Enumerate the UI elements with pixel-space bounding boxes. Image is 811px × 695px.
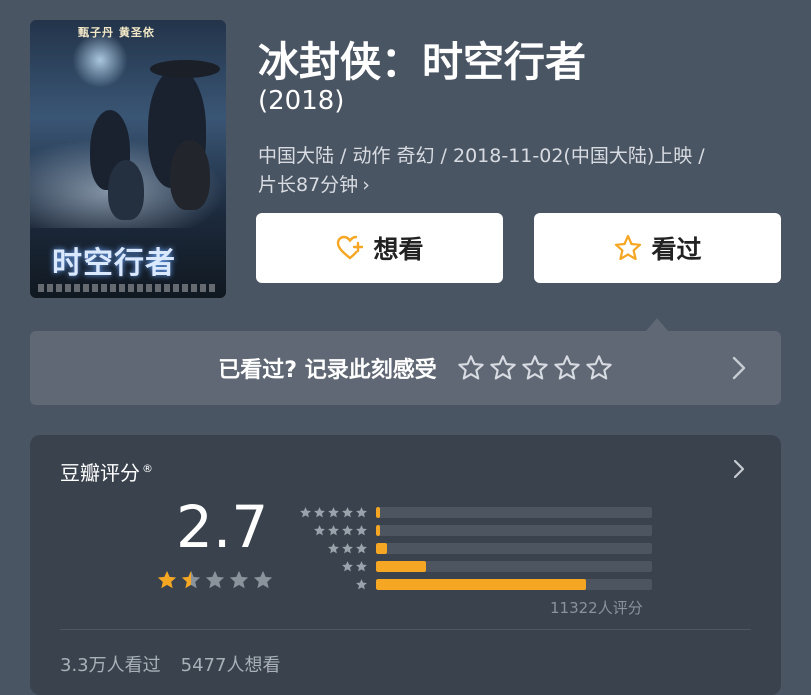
star-icon [356,578,367,589]
character-figure [170,140,210,210]
star-empty-icon [205,570,225,589]
rating-label-text: 豆瓣评分 [60,461,140,485]
rating-row-2-star [298,557,652,575]
heart-plus-icon [337,235,364,260]
rating-row-1-star [298,575,652,593]
rating-row-3-star [298,539,652,557]
star-icon [314,506,325,517]
star-icon [342,560,353,571]
star-filled-icon [157,570,177,589]
chevron-right-icon [732,356,746,380]
rating-bar-track [376,542,652,554]
rating-count: 11322人评分 [550,599,643,617]
want-to-watch-button[interactable]: 想看 [256,213,503,283]
rating-distribution [298,503,652,593]
rating-bar-fill [376,506,381,518]
star-icon [356,560,367,571]
record-feeling-bar[interactable]: 已看过? 记录此刻感受 [30,331,781,405]
registered-mark: ® [142,462,153,476]
star-icon [328,524,339,535]
star-empty-icon [229,570,249,589]
star-icon [328,542,339,553]
star-empty-icon [253,570,273,589]
movie-year: (2018) [258,86,345,116]
movie-meta[interactable]: 中国大陆 / 动作 奇幻 / 2018-11-02(中国大陆)上映 / 片长87… [258,142,788,200]
star-icon [356,506,367,517]
chevron-right-icon[interactable] [727,457,751,481]
rating-bar-fill [376,560,426,572]
poster-credits [38,284,218,292]
rating-bar-track [376,506,652,518]
star-icon [342,542,353,553]
poster-title-text: 时空行者 [52,246,176,281]
movie-runtime: 片长87分钟 [258,174,359,196]
rating-bar-track [376,524,652,536]
star-icon [342,524,353,535]
movie-meta-line2: 片长87分钟 › [258,171,788,200]
douban-rating-card[interactable]: 豆瓣评分 ® 2.7 11322人评分 3.3万人看过 5477人想看 [30,435,781,695]
rating-row-5-star [298,503,652,521]
star-outline-icon[interactable] [489,354,517,382]
record-star-rating[interactable] [457,354,613,382]
record-prompt: 已看过? 记录此刻感受 [218,358,437,383]
star-icon [356,524,367,535]
rating-label: 豆瓣评分 ® [60,457,153,486]
rating-row-stars [298,578,368,591]
rating-bar-fill [376,578,586,590]
watched-label: 看过 [651,235,702,264]
chevron-right-icon: › [362,174,370,196]
star-icon [300,506,311,517]
star-half-icon [181,570,201,589]
rating-score: 2.7 [176,493,269,561]
star-outline-icon[interactable] [585,354,613,382]
movie-meta-line1: 中国大陆 / 动作 奇幻 / 2018-11-02(中国大陆)上映 / [258,145,705,167]
star-outline-icon [615,234,642,261]
watch-stats: 3.3万人看过 5477人想看 [60,651,280,677]
star-outline-icon[interactable] [457,354,485,382]
star-outline-icon[interactable] [553,354,581,382]
watched-button[interactable]: 看过 [534,213,781,283]
poster-cast-text: 甄子丹 黄圣依 [78,26,155,39]
movie-poster[interactable]: 甄子丹 黄圣依 时空行者 [30,20,226,298]
star-icon [342,506,353,517]
movie-title: 冰封侠：时空行者 [258,38,586,86]
character-figure [108,160,144,220]
star-icon [328,506,339,517]
character-hat [150,60,220,78]
rating-stars [156,569,274,591]
star-outline-icon[interactable] [521,354,549,382]
popover-notch [646,318,668,331]
rating-bar-track [376,560,652,572]
rating-row-stars [298,560,368,573]
rating-bar-track [376,578,652,590]
star-icon [356,542,367,553]
rating-bar-fill [376,542,388,554]
rating-bar-fill [376,524,381,536]
divider [60,629,751,630]
rating-row-4-star [298,521,652,539]
star-icon [314,524,325,535]
rating-row-stars [298,542,368,555]
want-to-watch-label: 想看 [373,235,424,264]
rating-row-stars [298,524,368,537]
rating-row-stars [298,506,368,519]
